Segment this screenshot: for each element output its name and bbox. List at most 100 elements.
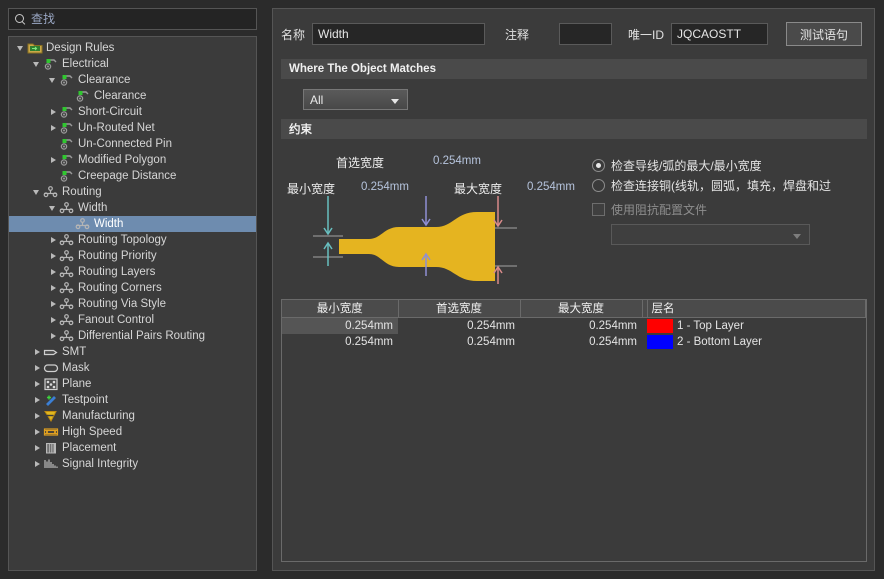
expander-open-icon[interactable]: [47, 72, 59, 88]
tree-item-width[interactable]: Width: [9, 200, 256, 216]
tree-item-clearance[interactable]: Clearance: [9, 88, 256, 104]
expander-open-icon[interactable]: [31, 184, 43, 200]
tree-item-manufacturing[interactable]: Manufacturing: [9, 408, 256, 424]
tree-item-label: Creepage Distance: [78, 170, 177, 182]
tree-item-high-speed[interactable]: High Speed: [9, 424, 256, 440]
cell-max-width[interactable]: 0.254mm: [520, 334, 642, 350]
tree-item-routing-priority[interactable]: Routing Priority: [9, 248, 256, 264]
expander-closed-icon[interactable]: [31, 424, 43, 440]
layer-color-swatch[interactable]: [647, 318, 673, 333]
tree-item-clearance[interactable]: Clearance: [9, 72, 256, 88]
scope-dropdown[interactable]: All: [303, 89, 408, 110]
tree-item-label: Mask: [62, 362, 90, 374]
expander-closed-icon[interactable]: [31, 408, 43, 424]
option-check-track-arc-label: 检查导线/弧的最大/最小宽度: [611, 159, 762, 173]
rules-tree[interactable]: Design Rules Electrical Clearance Clearance…: [8, 36, 257, 571]
header-layer-name[interactable]: 层名: [647, 300, 866, 318]
name-field[interactable]: Width: [312, 23, 486, 45]
expander-closed-icon[interactable]: [47, 280, 59, 296]
expander-closed-icon[interactable]: [31, 360, 43, 376]
expander-closed-icon[interactable]: [47, 296, 59, 312]
electrical-rule-icon: [43, 57, 59, 71]
tree-item-width[interactable]: Width: [9, 216, 256, 232]
tree-item-label: SMT: [62, 346, 87, 358]
tree-item-electrical[interactable]: Electrical: [9, 56, 256, 72]
expander-open-icon[interactable]: [31, 56, 43, 72]
option-check-track-arc[interactable]: 检查导线/弧的最大/最小宽度: [592, 157, 762, 174]
routing-rule-icon: [59, 297, 75, 311]
tree-item-signal-integrity[interactable]: Signal Integrity: [9, 456, 256, 472]
tree-item-un-connected-pin[interactable]: Un-Connected Pin: [9, 136, 256, 152]
cell-layer[interactable]: 2 - Bottom Layer: [647, 334, 866, 350]
expander-closed-icon[interactable]: [47, 328, 59, 344]
tree-item-design-rules[interactable]: Design Rules: [9, 40, 256, 56]
expander-closed-icon[interactable]: [47, 104, 59, 120]
tree-item-modified-polygon[interactable]: Modified Polygon: [9, 152, 256, 168]
tree-item-label: High Speed: [62, 426, 123, 438]
expander-closed-icon[interactable]: [47, 248, 59, 264]
table-row[interactable]: 0.254mm 0.254mm 0.254mm 1 - Top Layer: [282, 317, 866, 334]
tree-item-routing-via-style[interactable]: Routing Via Style: [9, 296, 256, 312]
option-check-copper-label: 检查连接铜(线轨，圆弧，填充，焊盘和过: [611, 179, 831, 193]
tree-item-plane[interactable]: Plane: [9, 376, 256, 392]
electrical-rule-icon: [59, 169, 75, 183]
chevron-down-icon: [391, 99, 399, 104]
tree-item-un-routed-net[interactable]: Un-Routed Net: [9, 120, 256, 136]
routing-rule-icon: [59, 313, 75, 327]
expander-closed-icon[interactable]: [47, 312, 59, 328]
tree-item-short-circuit[interactable]: Short-Circuit: [9, 104, 256, 120]
tree-item-routing-topology[interactable]: Routing Topology: [9, 232, 256, 248]
tree-item-placement[interactable]: Placement: [9, 440, 256, 456]
cell-max-width[interactable]: 0.254mm: [520, 317, 642, 334]
comment-field[interactable]: [559, 23, 613, 45]
expander-closed-icon[interactable]: [47, 264, 59, 280]
cell-min-width[interactable]: 0.254mm: [282, 334, 398, 350]
tree-item-fanout-control[interactable]: Fanout Control: [9, 312, 256, 328]
tree-item-smt[interactable]: SMT: [9, 344, 256, 360]
option-use-impedance-profile[interactable]: 使用阻抗配置文件: [592, 201, 707, 218]
layer-color-swatch[interactable]: [647, 334, 673, 349]
design-rules-folder-icon: [27, 41, 43, 55]
unique-id-field[interactable]: JQCAOSTT: [671, 23, 769, 45]
tree-item-label: Modified Polygon: [78, 154, 167, 166]
expander-closed-icon[interactable]: [47, 152, 59, 168]
tree-item-label: Electrical: [62, 58, 109, 70]
tree-item-routing-layers[interactable]: Routing Layers: [9, 264, 256, 280]
radio-checked-icon[interactable]: [592, 159, 605, 172]
expander-closed-icon[interactable]: [31, 376, 43, 392]
header-preferred-width[interactable]: 首选宽度: [398, 300, 521, 318]
tree-item-routing[interactable]: Routing: [9, 184, 256, 200]
cell-preferred-width[interactable]: 0.254mm: [398, 334, 520, 350]
impedance-profile-dropdown[interactable]: [611, 224, 810, 245]
routing-rule-icon: [59, 201, 75, 215]
search-input[interactable]: 查找: [8, 8, 257, 30]
cell-layer[interactable]: 1 - Top Layer: [647, 317, 866, 334]
chevron-down-icon: [793, 234, 801, 239]
tree-item-label: Short-Circuit: [78, 106, 142, 118]
option-check-copper[interactable]: 检查连接铜(线轨，圆弧，填充，焊盘和过: [592, 177, 867, 194]
tree-item-routing-corners[interactable]: Routing Corners: [9, 280, 256, 296]
tree-item-testpoint[interactable]: Testpoint: [9, 392, 256, 408]
expander-open-icon[interactable]: [47, 200, 59, 216]
tree-item-differential-pairs-routing[interactable]: Differential Pairs Routing: [9, 328, 256, 344]
radio-unchecked-icon[interactable]: [592, 179, 605, 192]
layer-name-label: 1 - Top Layer: [677, 319, 744, 332]
test-query-button[interactable]: 测试语句: [786, 22, 863, 46]
expander-closed-icon[interactable]: [31, 440, 43, 456]
header-min-width[interactable]: 最小宽度: [282, 300, 399, 318]
width-rules-table[interactable]: 最小宽度 首选宽度 最大宽度 层名 0.254mm 0.254mm 0.254mm 1…: [281, 299, 867, 562]
tree-item-mask[interactable]: Mask: [9, 360, 256, 376]
cell-preferred-width[interactable]: 0.254mm: [398, 317, 520, 334]
expander-open-icon[interactable]: [15, 40, 27, 56]
expander-closed-icon[interactable]: [47, 232, 59, 248]
tree-item-creepage-distance[interactable]: Creepage Distance: [9, 168, 256, 184]
cell-min-width[interactable]: 0.254mm: [282, 317, 398, 334]
expander-closed-icon[interactable]: [31, 392, 43, 408]
table-row[interactable]: 0.254mm 0.254mm 0.254mm 2 - Bottom Layer: [282, 334, 866, 350]
expander-closed-icon[interactable]: [31, 456, 43, 472]
header-max-width[interactable]: 最大宽度: [520, 300, 643, 318]
expander-closed-icon[interactable]: [31, 344, 43, 360]
checkbox-unchecked-icon[interactable]: [592, 203, 605, 216]
expander-closed-icon[interactable]: [47, 120, 59, 136]
option-use-impedance-profile-label: 使用阻抗配置文件: [611, 203, 708, 217]
